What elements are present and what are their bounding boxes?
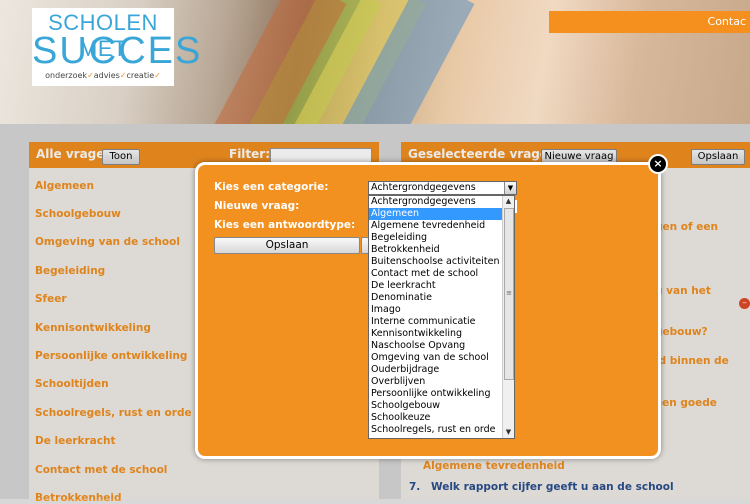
close-icon[interactable]: ×: [648, 154, 668, 174]
category-option[interactable]: Schoolregels, rust en orde: [369, 424, 502, 436]
dropdown-scrollbar[interactable]: ▲ ≡ ▼: [502, 196, 514, 438]
scroll-down-icon[interactable]: ▼: [503, 427, 514, 438]
logo[interactable]: SCHOLEN MET SUCCES onderzoek✓advies✓crea…: [32, 8, 203, 86]
scroll-up-icon[interactable]: ▲: [503, 196, 514, 207]
category-option[interactable]: Algemene tevredenheid: [369, 220, 502, 232]
category-option[interactable]: Imago: [369, 304, 502, 316]
category-option[interactable]: Overblijven: [369, 376, 502, 388]
check-icon: ✓: [119, 71, 127, 80]
top-nav-bar: Contac: [549, 11, 750, 33]
new-question-label: Nieuwe vraag:: [214, 200, 300, 212]
check-icon: ✓: [154, 71, 161, 80]
logo-tagline: onderzoek✓advies✓creatie✓: [32, 71, 174, 80]
category-label: Kies een categorie:: [214, 181, 329, 193]
answer-type-label: Kies een antwoordtype:: [214, 219, 356, 231]
category-option[interactable]: Contact met de school: [369, 268, 502, 280]
category-option[interactable]: Betrokkenheid: [369, 244, 502, 256]
category-option[interactable]: Achtergrondgegevens: [369, 196, 502, 208]
check-icon: ✓: [87, 71, 94, 80]
chevron-down-icon[interactable]: ▼: [504, 182, 516, 194]
category-option[interactable]: Omgeving van de school: [369, 352, 502, 364]
category-option[interactable]: De leerkracht: [369, 280, 502, 292]
category-dropdown-list[interactable]: Achtergrondgegevens Algemeen Algemene te…: [368, 195, 515, 439]
category-option[interactable]: Begeleiding: [369, 232, 502, 244]
category-option[interactable]: Schoolkeuze: [369, 412, 502, 424]
category-option[interactable]: Denominatie: [369, 292, 502, 304]
tagline-advies: advies: [93, 71, 120, 80]
category-select-value: Achtergrondgegevens: [371, 182, 476, 193]
category-option-highlighted[interactable]: Algemeen: [369, 208, 502, 220]
category-option[interactable]: Buitenschoolse activiteiten: [369, 256, 502, 268]
category-option[interactable]: Persoonlijke ontwikkeling: [369, 388, 502, 400]
category-option[interactable]: Kennisontwikkeling: [369, 328, 502, 340]
category-option[interactable]: Schoolgebouw: [369, 400, 502, 412]
tagline-onderzoek: onderzoek: [45, 71, 88, 80]
dialog-save-button[interactable]: Opslaan: [214, 237, 360, 254]
scrollbar-thumb[interactable]: ≡: [504, 208, 514, 380]
contact-link[interactable]: Contac: [708, 15, 746, 28]
tagline-creatie: creatie: [126, 71, 155, 80]
category-option[interactable]: Naschoolse Opvang: [369, 340, 502, 352]
category-option[interactable]: Interne communicatie: [369, 316, 502, 328]
category-select[interactable]: Achtergrondgegevens ▼: [368, 181, 517, 195]
logo-text-main: SUCCES: [32, 30, 203, 72]
category-options: Achtergrondgegevens Algemeen Algemene te…: [369, 196, 502, 436]
category-option[interactable]: Ouderbijdrage: [369, 364, 502, 376]
grip-icon: ≡: [506, 289, 512, 297]
